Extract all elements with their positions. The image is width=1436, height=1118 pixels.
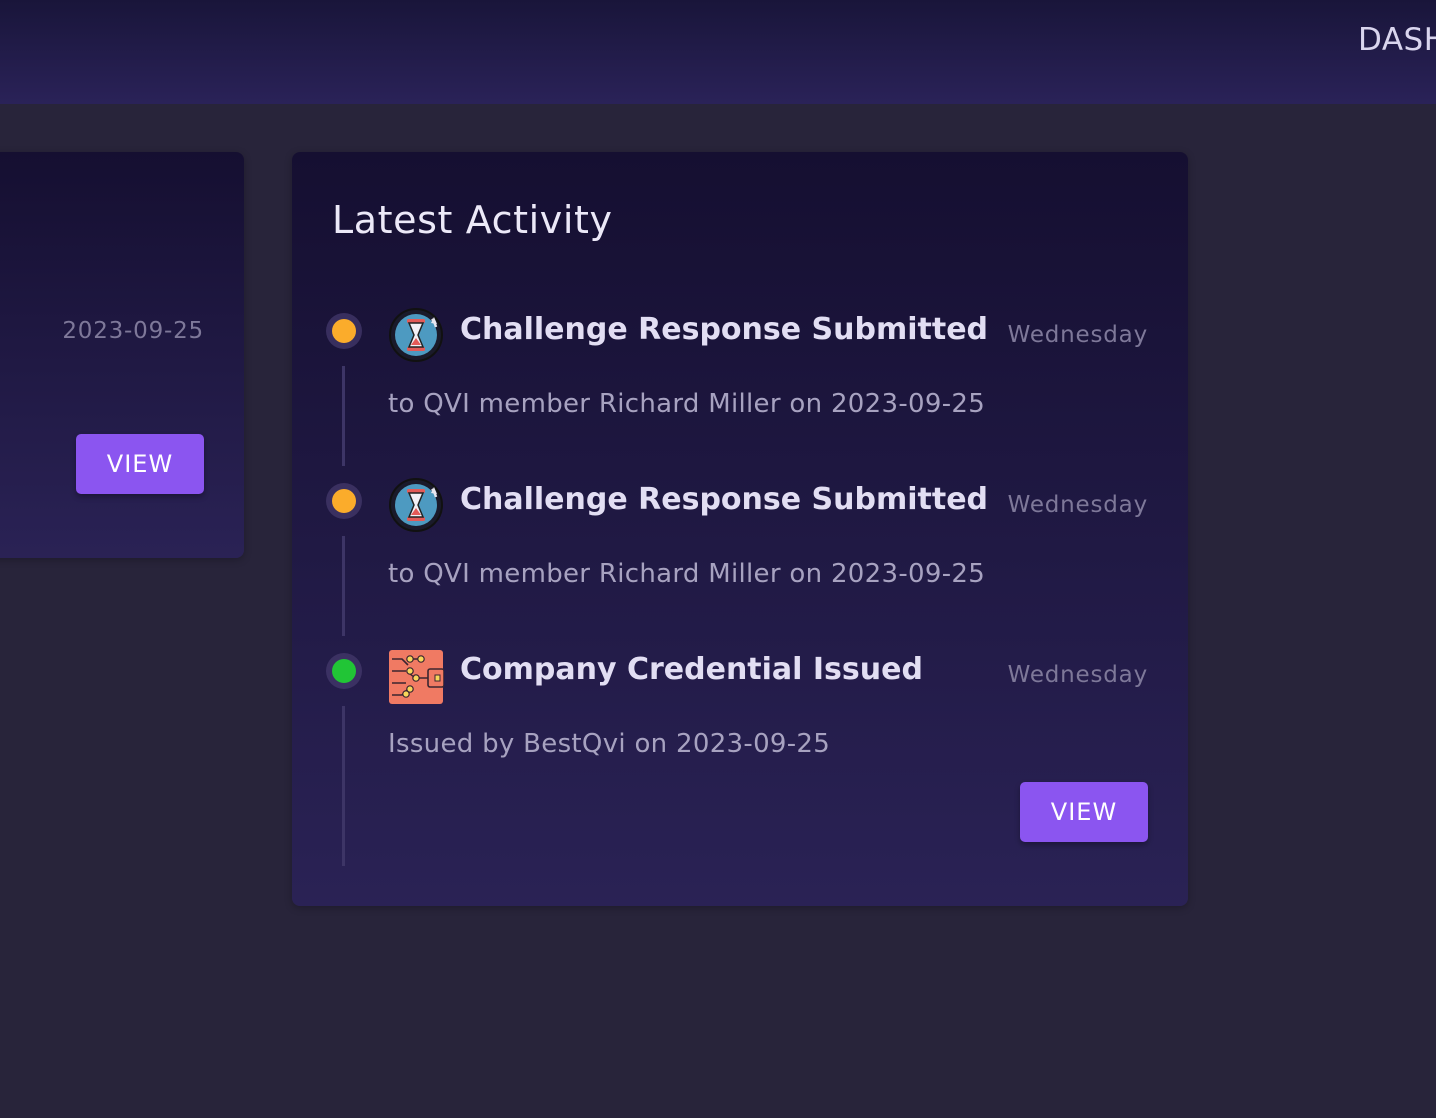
status-dot xyxy=(326,653,362,689)
card-title: Latest Activity xyxy=(332,198,613,242)
activity-day: Wednesday xyxy=(1007,322,1148,348)
card-date: 2023-09-25 xyxy=(62,318,204,344)
top-navbar: DASH xyxy=(0,0,1436,104)
timeline-connector xyxy=(342,366,345,466)
activity-title: Challenge Response Submitted xyxy=(460,482,989,517)
status-dot xyxy=(326,483,362,519)
activity-day: Wednesday xyxy=(1007,492,1148,518)
credential-wallet-icon xyxy=(388,649,445,705)
latest-activity-card: Latest Activity Challenge Response Submi… xyxy=(292,152,1188,906)
nav-dashboard-link[interactable]: DASH xyxy=(1358,22,1436,58)
activity-day: Wednesday xyxy=(1007,662,1148,688)
activity-description: to QVI member Richard Miller on 2023-09-… xyxy=(388,559,986,589)
hourglass-icon xyxy=(388,477,444,533)
activity-description: to QVI member Richard Miller on 2023-09-… xyxy=(388,389,986,419)
left-card: 2023-09-25 VIEW xyxy=(0,152,244,558)
activity-title: Company Credential Issued xyxy=(460,652,923,687)
status-dot xyxy=(326,313,362,349)
timeline-connector xyxy=(342,536,345,636)
activity-description: Issued by BestQvi on 2023-09-25 xyxy=(388,729,831,759)
timeline-connector xyxy=(342,706,345,866)
activity-title: Challenge Response Submitted xyxy=(460,312,989,347)
view-button[interactable]: VIEW xyxy=(1020,782,1148,842)
hourglass-icon xyxy=(388,307,444,363)
view-button[interactable]: VIEW xyxy=(76,434,204,494)
